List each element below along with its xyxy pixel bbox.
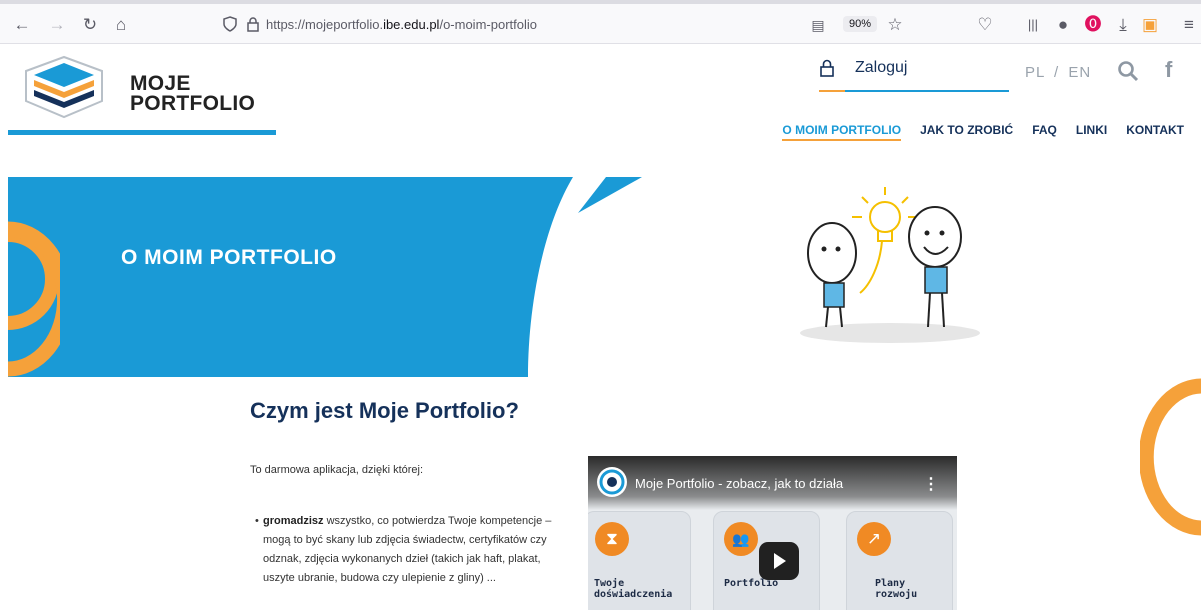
- login-label: Zaloguj: [855, 59, 908, 76]
- language-switcher: PL / EN: [1025, 64, 1091, 81]
- zoom-level[interactable]: 90%: [843, 16, 878, 32]
- section-heading: Czym jest Moje Portfolio?: [250, 398, 519, 423]
- header-divider: [8, 130, 276, 135]
- bullet-list: • gromadzisz wszystko, co potwierdza Two…: [255, 512, 555, 588]
- illustration-two-figures-lightbulb: [800, 187, 980, 343]
- lock-icon: [247, 17, 259, 32]
- nav-o-moim-portfolio[interactable]: O MOIM PORTFOLIO: [782, 123, 902, 141]
- people-icon: 👥: [724, 522, 758, 556]
- download-icon[interactable]: ⤓: [1113, 15, 1133, 35]
- bullet-text: gromadzisz wszystko, co potwierdza Twoje…: [263, 512, 555, 588]
- hero-orange-arc: [7, 221, 60, 377]
- addon-icon[interactable]: ▣: [1140, 15, 1160, 35]
- video-card-plany-rozwoju: ↗ Plany rozwoju: [846, 511, 953, 610]
- pocket-icon[interactable]: ♡: [975, 15, 995, 35]
- hero-banner: [8, 177, 642, 377]
- pinterest-icon[interactable]: ⓿: [1083, 15, 1103, 35]
- nav-kontakt[interactable]: KONTAKT: [1126, 123, 1184, 141]
- logo-line-1: MOJE: [130, 72, 191, 95]
- shield-icon: [223, 16, 237, 32]
- url-domain: ibe.edu.pl: [383, 16, 440, 32]
- home-icon[interactable]: ⌂: [111, 15, 131, 35]
- channel-avatar-icon[interactable]: [596, 466, 628, 498]
- forward-arrow-icon[interactable]: →: [47, 15, 67, 35]
- url-path: /o-moim-portfolio: [439, 16, 537, 32]
- list-item: • gromadzisz wszystko, co potwierdza Two…: [255, 512, 555, 588]
- nav-jak-to-zrobic[interactable]: JAK TO ZROBIĆ: [920, 123, 1013, 141]
- nav-linki[interactable]: LINKI: [1076, 123, 1107, 141]
- decorative-orange-arc: [1140, 378, 1201, 536]
- reader-view-icon[interactable]: ▤: [808, 15, 828, 35]
- video-card-twoje-doswiadczenia: ⧗ Twoje doświadczenia: [588, 511, 691, 610]
- back-arrow-icon[interactable]: ←: [12, 15, 32, 35]
- extension-icon[interactable]: ●: [1053, 15, 1073, 35]
- search-icon[interactable]: [1117, 60, 1139, 82]
- card-label: Twoje doświadczenia: [594, 578, 673, 600]
- trend-up-icon: ↗: [857, 522, 891, 556]
- logo-line-2: PORTFOLIO: [130, 92, 256, 115]
- logo-text: MOJE PORTFOLIO: [130, 72, 256, 115]
- nav-faq[interactable]: FAQ: [1032, 123, 1057, 141]
- play-button[interactable]: [759, 542, 799, 580]
- hourglass-icon: ⧗: [595, 522, 629, 556]
- intro-text: To darmowa aplikacja, dzięki której:: [250, 464, 424, 476]
- bookmark-star-icon[interactable]: ☆: [885, 15, 905, 35]
- video-title[interactable]: Moje Portfolio - zobacz, jak to działa: [635, 476, 843, 491]
- logo-cube-icon: [25, 55, 103, 119]
- bullet-dot: •: [255, 515, 259, 527]
- browser-toolbar: ← → ↻ ⌂ https://mojeportfolio. ibe.edu.pl…: [0, 0, 1201, 44]
- web-page: MOJE PORTFOLIO Zaloguj PL / EN f O MOIM …: [0, 45, 1201, 610]
- reload-icon[interactable]: ↻: [80, 15, 100, 35]
- hero-title: O MOIM PORTFOLIO: [121, 246, 337, 269]
- site-logo[interactable]: MOJE PORTFOLIO: [22, 55, 282, 119]
- lang-pl[interactable]: PL: [1025, 64, 1045, 81]
- url-bar[interactable]: https://mojeportfolio. ibe.edu.pl/o-moim-…: [212, 9, 802, 39]
- padlock-icon: [820, 59, 834, 77]
- video-menu-icon[interactable]: ⋮: [923, 474, 939, 494]
- menu-icon[interactable]: ≡: [1179, 15, 1199, 35]
- video-embed[interactable]: ⧗ Twoje doświadczenia 👥 Portfolio ↗ Plan…: [588, 456, 957, 610]
- login-underline-accent: [819, 90, 845, 92]
- bullet-bold: gromadzisz: [263, 515, 324, 527]
- library-icon[interactable]: |||: [1023, 15, 1043, 35]
- login-link[interactable]: Zaloguj: [819, 59, 1009, 92]
- url-prefix: https://mojeportfolio.: [266, 16, 384, 32]
- lang-separator: /: [1053, 64, 1060, 81]
- card-label: Plany rozwoju: [875, 578, 918, 600]
- video-title-bar: Moje Portfolio - zobacz, jak to działa ⋮: [588, 456, 957, 510]
- facebook-icon[interactable]: f: [1165, 57, 1172, 83]
- lang-en[interactable]: EN: [1068, 64, 1091, 81]
- main-navigation: O MOIM PORTFOLIO JAK TO ZROBIĆ FAQ LINKI…: [782, 123, 1184, 141]
